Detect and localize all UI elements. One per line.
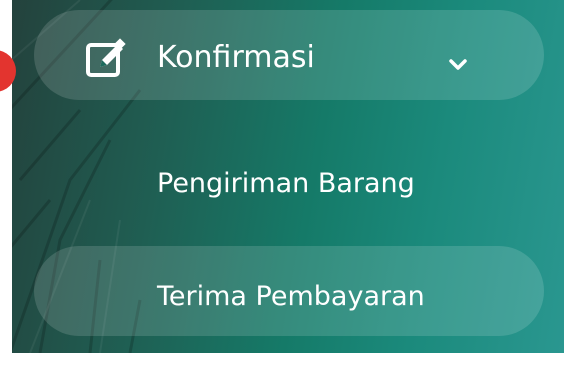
chevron-down-icon[interactable] xyxy=(449,59,467,71)
sidebar-viewport: Konfirmasi Pengiriman Barang Terima Pemb… xyxy=(0,0,564,366)
edit-icon xyxy=(86,38,126,77)
submenu-item-terima-pembayaran[interactable]: Terima Pembayaran xyxy=(157,280,425,314)
sidebar-background: Konfirmasi Pengiriman Barang Terima Pemb… xyxy=(0,0,564,353)
menu-item-konfirmasi-label: Konfirmasi xyxy=(157,40,315,75)
submenu-item-pengiriman-barang[interactable]: Pengiriman Barang xyxy=(157,167,415,201)
page-bottom-edge xyxy=(0,353,564,366)
